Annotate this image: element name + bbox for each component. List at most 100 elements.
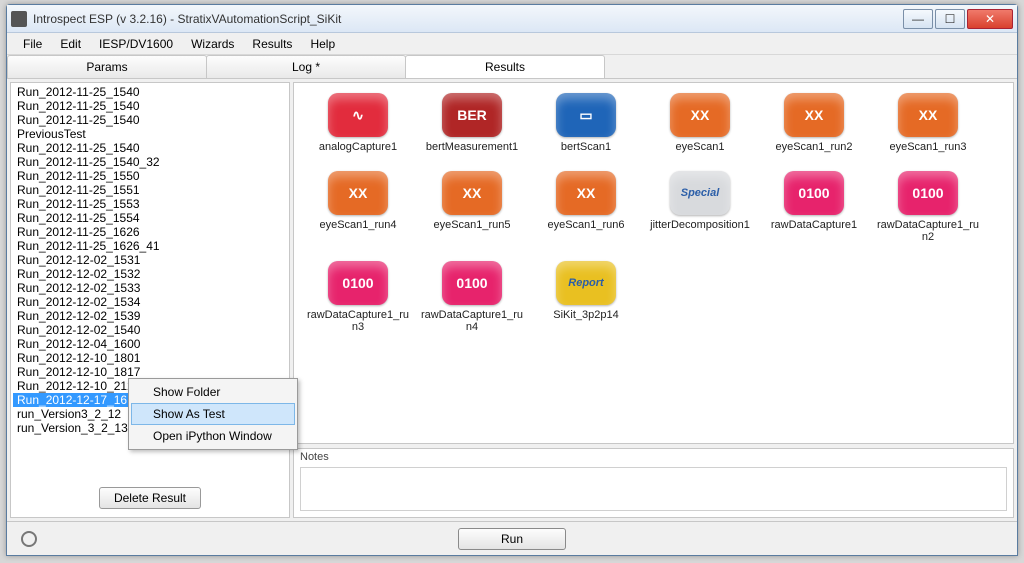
tab-params[interactable]: Params — [7, 55, 207, 78]
notes-textarea[interactable] — [300, 467, 1007, 511]
result-label: bertScan1 — [561, 141, 611, 153]
notes-label: Notes — [294, 449, 1013, 465]
result-item[interactable]: 0100rawDataCapture1_run3 — [304, 261, 412, 333]
run-list-item[interactable]: Run_2012-12-02_1532 — [13, 267, 287, 281]
result-item[interactable]: XX eyeScan1_run5 — [418, 171, 526, 243]
result-item[interactable]: XX eyeScan1_run3 — [874, 93, 982, 153]
result-item[interactable]: BER bertMeasurement1 — [418, 93, 526, 153]
result-icon: Special — [670, 171, 730, 215]
result-label: SiKit_3p2p14 — [553, 309, 618, 321]
result-icon: ▭ — [556, 93, 616, 137]
run-list-item[interactable]: Run_2012-11-25_1551 — [13, 183, 287, 197]
run-list-item[interactable]: PreviousTest — [13, 127, 287, 141]
result-icon: XX — [556, 171, 616, 215]
run-list-item[interactable]: Run_2012-11-25_1540 — [13, 85, 287, 99]
result-item[interactable]: SpecialjitterDecomposition1 — [646, 171, 754, 243]
result-label: eyeScan1_run3 — [889, 141, 966, 153]
result-label: eyeScan1_run2 — [775, 141, 852, 153]
run-list-item[interactable]: Run_2012-11-25_1550 — [13, 169, 287, 183]
titlebar: Introspect ESP (v 3.2.16) - StratixVAuto… — [7, 5, 1017, 33]
result-label: bertMeasurement1 — [426, 141, 518, 153]
result-label: eyeScan1_run5 — [433, 219, 510, 231]
result-icon: XX — [784, 93, 844, 137]
result-label: rawDataCapture1_run4 — [418, 309, 526, 333]
result-label: eyeScan1_run4 — [319, 219, 396, 231]
tab-label: Params — [86, 60, 127, 74]
delete-result-button[interactable]: Delete Result — [99, 487, 201, 509]
app-icon — [11, 11, 27, 27]
minimize-button[interactable]: — — [903, 9, 933, 29]
run-list-item[interactable]: Run_2012-11-25_1540_32 — [13, 155, 287, 169]
result-item[interactable]: 0100 rawDataCapture1_run4 — [418, 261, 526, 333]
result-item[interactable]: XX eyeScan1_run2 — [760, 93, 868, 153]
run-list-item[interactable]: Run_2012-12-10_1817 — [13, 365, 287, 379]
close-icon: ✕ — [985, 12, 995, 26]
result-icon: 0100 — [784, 171, 844, 215]
context-menu-item-open-ipython-window[interactable]: Open iPython Window — [131, 425, 295, 447]
run-list-item[interactable]: Run_2012-12-02_1540 — [13, 323, 287, 337]
context-menu-item-show-as-test[interactable]: Show As Test — [131, 403, 295, 425]
result-icon: 0100 — [442, 261, 502, 305]
run-list-item[interactable]: Run_2012-11-25_1626_41 — [13, 239, 287, 253]
menu-iesp-dv1600[interactable]: IESP/DV1600 — [91, 35, 181, 53]
result-icon: ∿ — [328, 93, 388, 137]
result-item[interactable]: 0100 rawDataCapture1 — [760, 171, 868, 243]
maximize-icon: ☐ — [945, 12, 956, 26]
result-item[interactable]: ∿analogCapture1 — [304, 93, 412, 153]
result-icon: XX — [442, 171, 502, 215]
tabstrip: Params Log * Results — [7, 55, 1017, 79]
right-pane: ∿analogCapture1 BER bertMeasurement1 ▭ bertS… — [293, 82, 1014, 518]
tab-label: Log * — [292, 60, 320, 74]
run-list-item[interactable]: Run_2012-12-02_1531 — [13, 253, 287, 267]
tab-results[interactable]: Results — [405, 55, 605, 78]
run-list-item[interactable]: Run_2012-11-25_1540 — [13, 113, 287, 127]
run-list-item[interactable]: Run_2012-11-25_1553 — [13, 197, 287, 211]
run-list-item[interactable]: Run_2012-11-25_1540 — [13, 141, 287, 155]
run-list-item[interactable]: Run_2012-12-02_1533 — [13, 281, 287, 295]
menu-edit[interactable]: Edit — [52, 35, 89, 53]
result-icon: BER — [442, 93, 502, 137]
close-button[interactable]: ✕ — [967, 9, 1013, 29]
run-list-item[interactable]: Run_2012-12-02_1539 — [13, 309, 287, 323]
result-item[interactable]: XX eyeScan1 — [646, 93, 754, 153]
tab-log-[interactable]: Log * — [206, 55, 406, 78]
result-item[interactable]: XX eyeScan1_run4 — [304, 171, 412, 243]
context-menu: Show FolderShow As TestOpen iPython Wind… — [128, 378, 298, 450]
run-button[interactable]: Run — [458, 528, 566, 550]
run-list-item[interactable]: Run_2012-11-25_1554 — [13, 211, 287, 225]
run-list-item[interactable]: Run_2012-12-04_1600 — [13, 337, 287, 351]
result-icon: XX — [898, 93, 958, 137]
result-label: eyeScan1_run6 — [547, 219, 624, 231]
result-item[interactable]: 0100rawDataCapture1_run2 — [874, 171, 982, 243]
run-list-item[interactable]: Run_2012-12-02_1534 — [13, 295, 287, 309]
result-icon: Report — [556, 261, 616, 305]
result-label: eyeScan1 — [676, 141, 725, 153]
result-label: rawDataCapture1_run2 — [874, 219, 982, 243]
notes-panel: Notes — [293, 448, 1014, 518]
minimize-icon: — — [912, 12, 924, 26]
result-item[interactable]: ▭ bertScan1 — [532, 93, 640, 153]
window-buttons: — ☐ ✕ — [901, 9, 1013, 29]
run-list-item[interactable]: Run_2012-11-25_1540 — [13, 99, 287, 113]
run-list-item[interactable]: Run_2012-12-10_1801 — [13, 351, 287, 365]
menu-wizards[interactable]: Wizards — [183, 35, 242, 53]
menu-file[interactable]: File — [15, 35, 50, 53]
menu-help[interactable]: Help — [302, 35, 343, 53]
menu-results[interactable]: Results — [244, 35, 300, 53]
result-label: rawDataCapture1 — [771, 219, 857, 231]
result-item[interactable]: XX eyeScan1_run6 — [532, 171, 640, 243]
main-area: Run_2012-11-25_1540Run_2012-11-25_1540Ru… — [7, 79, 1017, 521]
results-area: ∿analogCapture1 BER bertMeasurement1 ▭ bertS… — [293, 82, 1014, 444]
result-icon: XX — [328, 171, 388, 215]
left-pane: Run_2012-11-25_1540Run_2012-11-25_1540Ru… — [10, 82, 290, 518]
context-menu-item-show-folder[interactable]: Show Folder — [131, 381, 295, 403]
result-icon: XX — [670, 93, 730, 137]
result-icon: 0100 — [328, 261, 388, 305]
result-item[interactable]: Report SiKit_3p2p14 — [532, 261, 640, 333]
tab-label: Results — [485, 60, 525, 74]
delete-wrap: Delete Result — [11, 479, 289, 517]
maximize-button[interactable]: ☐ — [935, 9, 965, 29]
status-indicator-icon — [21, 531, 37, 547]
run-list-item[interactable]: Run_2012-11-25_1626 — [13, 225, 287, 239]
menubar: FileEditIESP/DV1600WizardsResultsHelp — [7, 33, 1017, 55]
